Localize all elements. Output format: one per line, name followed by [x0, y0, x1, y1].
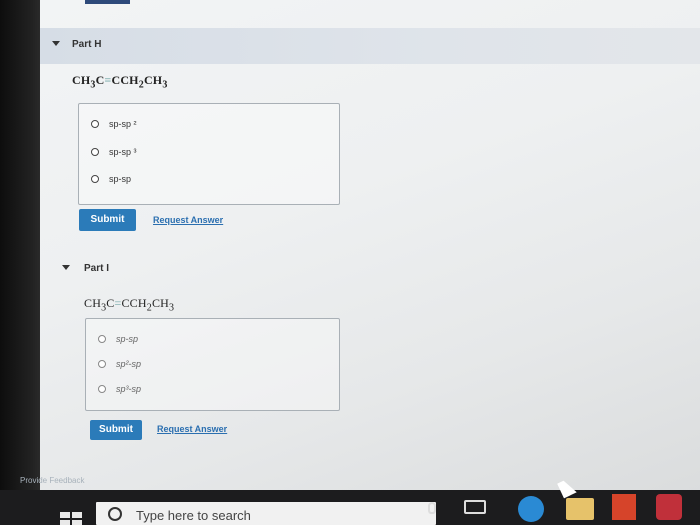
part-i-submit-button[interactable]: Submit [90, 420, 142, 440]
browser-content: Part H CH3C≡CCH2CH3 sp-sp ² sp-sp ³ sp-s… [40, 0, 700, 497]
part-h-title: Part H [72, 39, 102, 50]
radio-icon[interactable] [91, 175, 99, 183]
part-i-title: Part I [84, 263, 110, 274]
search-placeholder: Type here to search [136, 508, 251, 523]
radio-icon[interactable] [91, 120, 99, 128]
part-h-request-answer-link[interactable]: Request Answer [153, 215, 223, 225]
radio-icon[interactable] [98, 335, 106, 343]
choice-i-3[interactable]: sp³-sp [98, 384, 141, 394]
choice-i-1[interactable]: sp-sp [98, 334, 138, 344]
file-explorer-icon[interactable] [566, 498, 594, 520]
radio-icon[interactable] [91, 148, 99, 156]
edge-icon[interactable] [518, 496, 544, 522]
collapse-caret-icon[interactable] [52, 41, 60, 46]
mcafee-icon[interactable] [656, 494, 682, 520]
choice-h-3[interactable]: sp-sp [91, 174, 131, 184]
windows-taskbar: Type here to search [0, 490, 700, 525]
top-tab-strip [85, 0, 130, 4]
choice-label: sp-sp [109, 174, 132, 184]
choice-label: sp³-sp [116, 384, 142, 394]
radio-icon[interactable] [98, 360, 106, 368]
part-h-header[interactable]: Part H [40, 28, 700, 64]
choice-label: sp-sp ² [109, 119, 137, 129]
choice-i-2[interactable]: sp²-sp [98, 359, 141, 369]
part-i-formula: CH3C=CCH2CH3 [84, 296, 175, 314]
choice-label: sp-sp [116, 334, 139, 344]
choice-label: sp²-sp [116, 359, 142, 369]
monitor-bezel [0, 0, 40, 525]
part-h-choices: sp-sp ² sp-sp ³ sp-sp [78, 103, 340, 205]
part-h-submit-button[interactable]: Submit [79, 209, 136, 231]
part-i-choices: sp-sp sp²-sp sp³-sp [85, 318, 340, 411]
choice-h-2[interactable]: sp-sp ³ [91, 147, 137, 157]
microphone-icon[interactable] [428, 502, 436, 514]
part-h-formula: CH3C≡CCH2CH3 [72, 73, 168, 91]
windows-start-icon[interactable] [60, 512, 82, 525]
office-icon[interactable] [612, 494, 636, 520]
choice-h-1[interactable]: sp-sp ² [91, 119, 137, 129]
choice-label: sp-sp ³ [109, 147, 137, 157]
collapse-caret-icon[interactable] [62, 265, 70, 270]
task-view-icon[interactable] [464, 500, 486, 514]
radio-icon[interactable] [98, 385, 106, 393]
taskbar-search-input[interactable]: Type here to search [96, 502, 436, 525]
provide-feedback-link[interactable]: Provide Feedback [20, 476, 84, 485]
search-icon [108, 507, 122, 521]
part-i-request-answer-link[interactable]: Request Answer [157, 424, 227, 434]
part-i-header[interactable]: Part I [40, 252, 700, 288]
